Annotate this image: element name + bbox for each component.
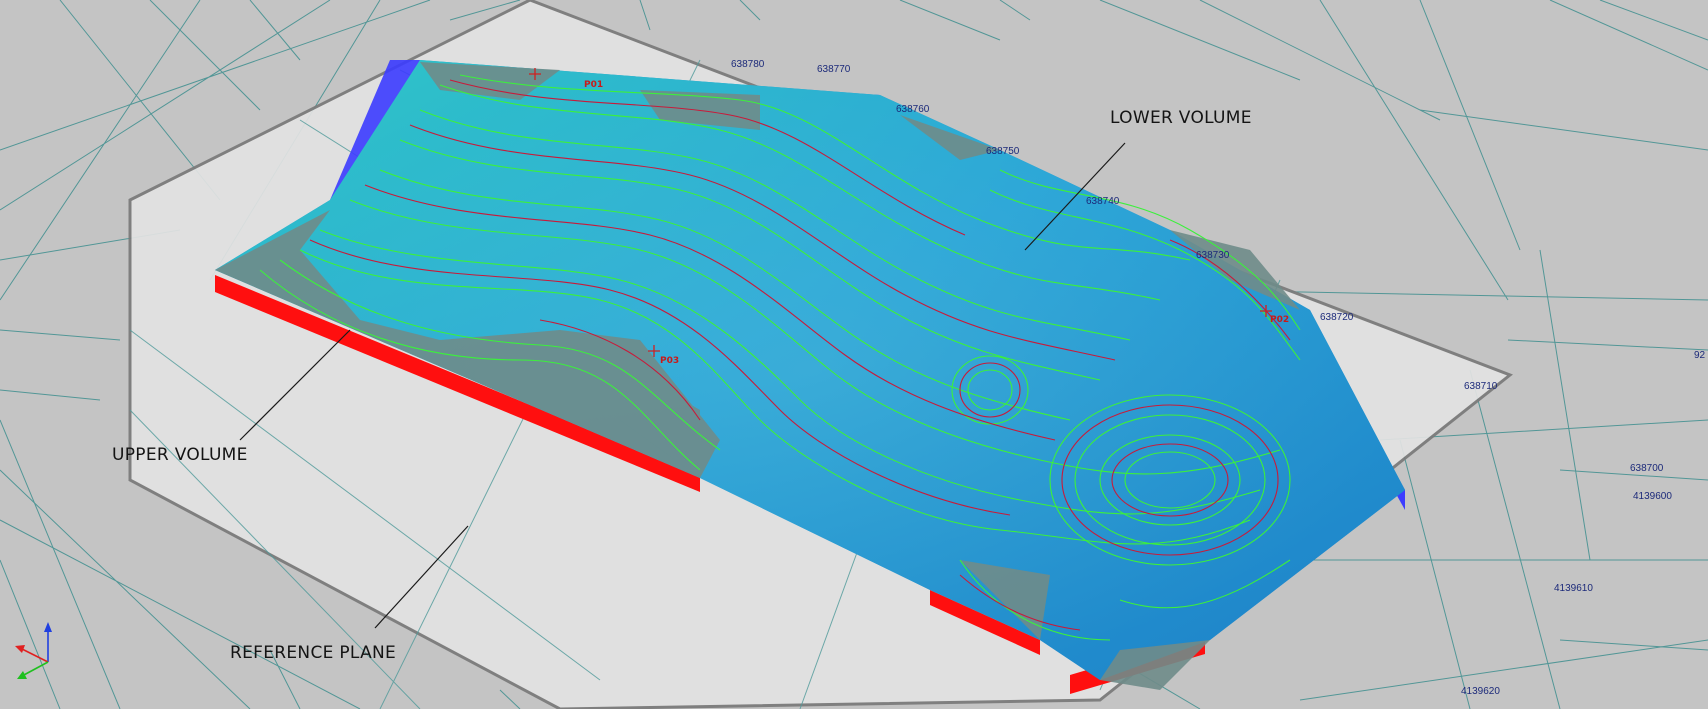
- axis-triad: [15, 622, 52, 679]
- easting-tick-label: 638710: [1464, 381, 1498, 392]
- easting-tick-label: 638760: [896, 104, 930, 115]
- easting-tick-label: 638730: [1196, 250, 1230, 261]
- easting-tick-label: 638700: [1630, 463, 1664, 474]
- reference-plane-callout: REFERENCE PLANE: [230, 643, 397, 663]
- point-p03-label: P03: [660, 356, 680, 366]
- easting-tick-label: 638780: [731, 59, 765, 70]
- northing-tick-label: 4139620: [1461, 686, 1500, 697]
- lower-volume-callout: LOWER VOLUME: [1110, 108, 1252, 128]
- 3d-viewport[interactable]: [0, 0, 1708, 709]
- easting-tick-label: 638750: [986, 146, 1020, 157]
- easting-tick-label: 638720: [1320, 312, 1354, 323]
- easting-tick-label: 638770: [817, 64, 851, 75]
- northing-tick-label: 4139610: [1554, 583, 1593, 594]
- easting-tick-label: 638740: [1086, 196, 1120, 207]
- upper-volume-callout: UPPER VOLUME: [112, 445, 248, 465]
- northing-tick-label: 4139600: [1633, 491, 1672, 502]
- point-p02-label: P02: [1270, 315, 1290, 325]
- point-p01-label: P01: [584, 80, 604, 90]
- edge-tick-label: 92: [1694, 350, 1706, 361]
